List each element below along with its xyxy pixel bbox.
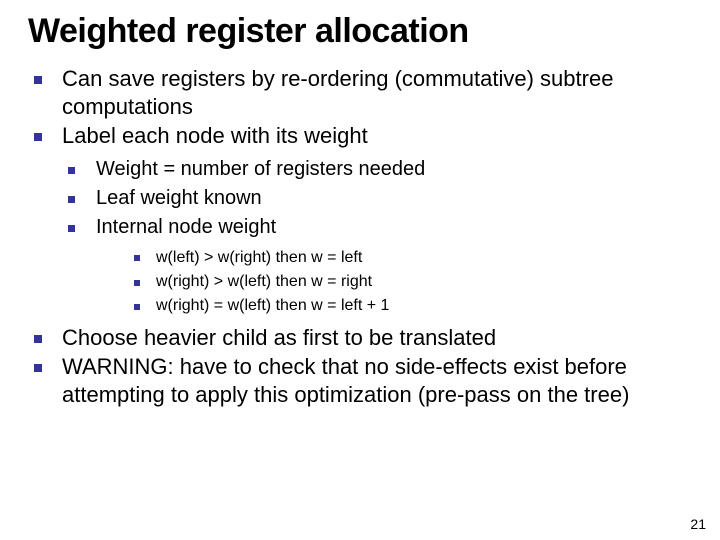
list-item: Label each node with its weight Weight =… <box>28 122 700 318</box>
bullet-list-level3: w(left) > w(right) then w = left w(right… <box>130 247 700 318</box>
bullet-list-level2: Weight = number of registers needed Leaf… <box>62 156 700 318</box>
bullet-text: w(right) > w(left) then w = right <box>156 273 372 290</box>
slide: Weighted register allocation Can save re… <box>0 0 720 540</box>
list-item: w(right) > w(left) then w = right <box>130 271 700 293</box>
bullet-text: w(left) > w(right) then w = left <box>156 249 362 266</box>
square-bullet-icon <box>68 225 75 232</box>
square-bullet-icon <box>68 196 75 203</box>
bullet-text: Can save registers by re-ordering (commu… <box>62 66 613 119</box>
bullet-text: Internal node weight <box>96 216 276 238</box>
bullet-text: w(right) = w(left) then w = left + 1 <box>156 297 389 314</box>
square-bullet-icon <box>134 280 140 286</box>
list-item: Can save registers by re-ordering (commu… <box>28 65 700 120</box>
bullet-text: Weight = number of registers needed <box>96 158 425 180</box>
list-item: w(right) = w(left) then w = left + 1 <box>130 295 700 317</box>
square-bullet-icon <box>34 364 42 372</box>
square-bullet-icon <box>34 133 42 141</box>
bullet-text: Label each node with its weight <box>62 123 368 148</box>
list-item: Choose heavier child as first to be tran… <box>28 324 700 352</box>
list-item: WARNING: have to check that no side-effe… <box>28 353 700 408</box>
square-bullet-icon <box>68 167 75 174</box>
bullet-text: WARNING: have to check that no side-effe… <box>62 354 629 407</box>
list-item: w(left) > w(right) then w = left <box>130 247 700 269</box>
square-bullet-icon <box>134 304 140 310</box>
slide-title: Weighted register allocation <box>28 12 700 51</box>
list-item: Leaf weight known <box>62 185 700 212</box>
bullet-text: Choose heavier child as first to be tran… <box>62 325 496 350</box>
page-number: 21 <box>690 516 706 532</box>
square-bullet-icon <box>34 335 42 343</box>
square-bullet-icon <box>134 255 140 261</box>
bullet-text: Leaf weight known <box>96 187 262 209</box>
square-bullet-icon <box>34 76 42 84</box>
bullet-list-level1: Can save registers by re-ordering (commu… <box>28 65 700 408</box>
list-item: Internal node weight w(left) > w(right) … <box>62 214 700 318</box>
list-item: Weight = number of registers needed <box>62 156 700 183</box>
